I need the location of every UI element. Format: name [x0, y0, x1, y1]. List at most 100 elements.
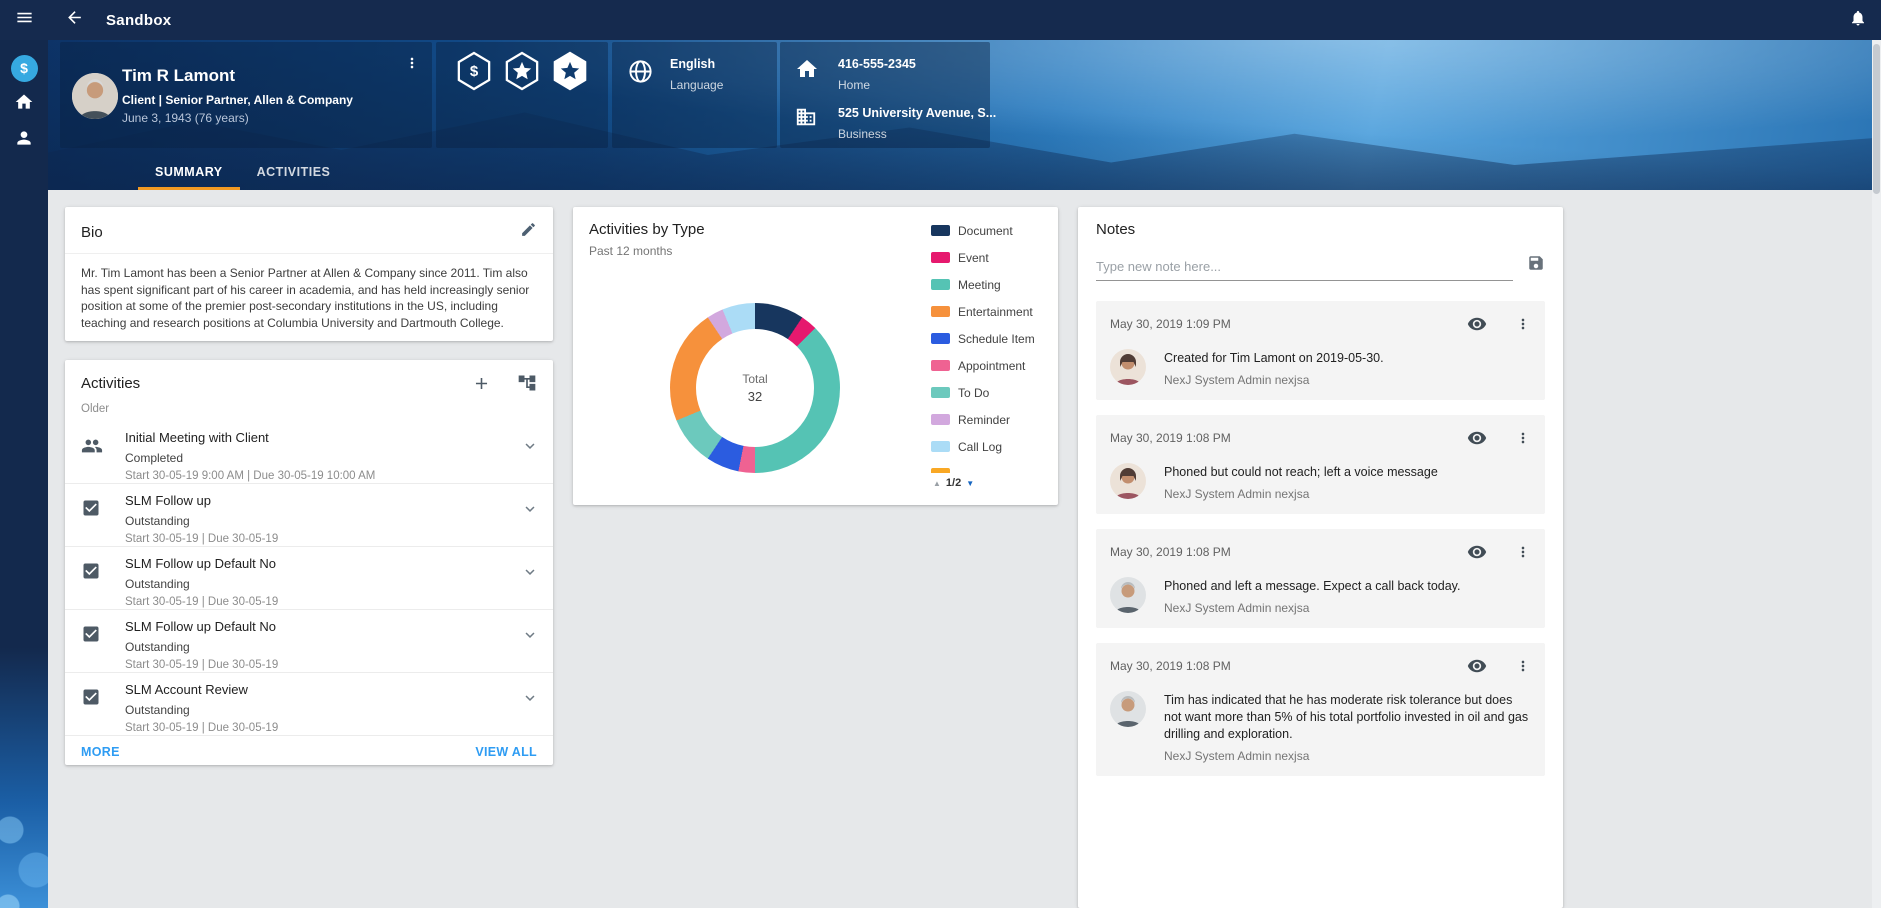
- chevron-down-icon[interactable]: [521, 500, 539, 518]
- bio-card: Bio Mr. Tim Lamont has been a Senior Par…: [65, 207, 553, 341]
- chevron-down-icon[interactable]: [521, 437, 539, 455]
- page-up-icon[interactable]: ▲: [933, 479, 941, 488]
- activity-row[interactable]: SLM Follow up Default No Outstanding Sta…: [65, 610, 553, 673]
- dots-vertical-icon[interactable]: [1515, 430, 1531, 446]
- nav-contacts-button[interactable]: [0, 122, 48, 158]
- tab-summary[interactable]: SUMMARY: [138, 154, 240, 190]
- left-nav-rail: $: [0, 40, 48, 908]
- legend-swatch: [931, 468, 950, 473]
- more-button[interactable]: MORE: [81, 745, 120, 759]
- hierarchy-icon[interactable]: [517, 373, 537, 393]
- address-label: Business: [838, 127, 887, 141]
- home-icon: [14, 92, 34, 117]
- activity-row[interactable]: Initial Meeting with Client Completed St…: [65, 421, 553, 484]
- legend-label: Document: [958, 224, 1013, 238]
- top-app-bar: Sandbox: [0, 0, 1881, 40]
- chevron-down-icon[interactable]: [521, 626, 539, 644]
- profile-card: Tim R Lamont Client | Senior Partner, Al…: [60, 42, 432, 148]
- floppy-save-icon: [1527, 254, 1545, 277]
- task-check-icon: [81, 624, 101, 644]
- legend-swatch: [931, 441, 950, 452]
- dots-vertical-icon[interactable]: [1515, 658, 1531, 674]
- tab-activities-label: ACTIVITIES: [257, 165, 331, 179]
- legend-swatch: [931, 279, 950, 290]
- activity-title: SLM Follow up Default No: [125, 556, 505, 571]
- eye-icon[interactable]: [1467, 542, 1487, 562]
- legend-item: Event: [931, 250, 1053, 265]
- scrollbar-thumb[interactable]: [1873, 44, 1880, 194]
- back-button[interactable]: [56, 8, 92, 32]
- globe-icon: [627, 58, 654, 90]
- legend-item-partial: [931, 466, 1053, 473]
- legend-label: Call Log: [958, 440, 1002, 454]
- note-author-avatar: [1110, 349, 1146, 385]
- note-text: Tim has indicated that he has moderate r…: [1164, 692, 1531, 743]
- legend-item: To Do: [931, 385, 1053, 400]
- note-text: Created for Tim Lamont on 2019-05-30.: [1164, 350, 1384, 367]
- activity-dates: Start 30-05-19 9:00 AM | Due 30-05-19 10…: [125, 470, 505, 482]
- legend-label: Appointment: [958, 359, 1025, 373]
- activity-status: Completed: [125, 451, 505, 465]
- star-hexagon-badge[interactable]: [504, 51, 540, 91]
- contact-card: 416-555-2345 Home 525 University Avenue,…: [780, 42, 990, 148]
- new-note-input[interactable]: [1096, 253, 1513, 281]
- activity-dates: Start 30-05-19 | Due 30-05-19: [125, 659, 505, 671]
- activities-by-type-card: Activities by Type Past 12 months Total …: [573, 207, 1058, 505]
- legend-item: Meeting: [931, 277, 1053, 292]
- arrow-left-icon: [65, 8, 84, 32]
- save-note-button[interactable]: [1527, 254, 1545, 277]
- building-icon: [795, 106, 817, 133]
- language-card[interactable]: English Language: [612, 42, 777, 148]
- phone-label: Home: [838, 78, 870, 92]
- filled-star-hexagon-badge[interactable]: [552, 51, 588, 91]
- dots-vertical-icon[interactable]: [1515, 316, 1531, 332]
- eye-icon[interactable]: [1467, 314, 1487, 334]
- note-item: May 30, 2019 1:08 PM Phoned but could no…: [1096, 415, 1545, 514]
- legend-swatch: [931, 414, 950, 425]
- view-all-button[interactable]: VIEW ALL: [475, 745, 537, 759]
- address-value[interactable]: 525 University Avenue, S...: [838, 106, 996, 120]
- bio-text: Mr. Tim Lamont has been a Senior Partner…: [65, 254, 553, 341]
- dollar-hexagon-badge[interactable]: $: [456, 51, 492, 91]
- note-author: NexJ System Admin nexjsa: [1164, 487, 1438, 501]
- eye-icon[interactable]: [1467, 656, 1487, 676]
- note-author: NexJ System Admin nexjsa: [1164, 373, 1384, 387]
- profile-header: Tim R Lamont Client | Senior Partner, Al…: [48, 40, 1881, 190]
- note-text: Phoned and left a message. Expect a call…: [1164, 578, 1460, 595]
- nav-money-button[interactable]: $: [0, 50, 48, 86]
- task-check-icon: [81, 498, 101, 518]
- badges-card: $: [436, 42, 608, 148]
- profile-menu-button[interactable]: [404, 55, 420, 76]
- tab-activities[interactable]: ACTIVITIES: [240, 154, 348, 190]
- notifications-button[interactable]: [1849, 9, 1867, 32]
- activity-status: Outstanding: [125, 514, 505, 528]
- activity-row[interactable]: SLM Account Review Outstanding Start 30-…: [65, 673, 553, 736]
- legend-item: Appointment: [931, 358, 1053, 373]
- vertical-scrollbar[interactable]: [1872, 40, 1881, 908]
- activity-row[interactable]: SLM Follow up Outstanding Start 30-05-19…: [65, 484, 553, 547]
- note-author-avatar: [1110, 463, 1146, 499]
- legend-item: Schedule Item: [931, 331, 1053, 346]
- activity-title: SLM Account Review: [125, 682, 505, 697]
- eye-icon[interactable]: [1467, 428, 1487, 448]
- legend-item: Call Log: [931, 439, 1053, 454]
- dollar-icon: $: [456, 51, 492, 91]
- chevron-down-icon[interactable]: [521, 563, 539, 581]
- note-item: May 30, 2019 1:09 PM Created for Tim Lam…: [1096, 301, 1545, 400]
- app-title: Sandbox: [106, 12, 171, 29]
- bell-icon: [1849, 9, 1867, 32]
- task-check-icon: [81, 561, 101, 581]
- phone-number[interactable]: 416-555-2345: [838, 57, 916, 71]
- activity-row[interactable]: SLM Follow up Default No Outstanding Sta…: [65, 547, 553, 610]
- add-activity-button[interactable]: [472, 374, 491, 393]
- menu-button[interactable]: [0, 8, 48, 32]
- tab-summary-label: SUMMARY: [155, 165, 223, 179]
- nav-home-button[interactable]: [0, 86, 48, 122]
- edit-pencil-icon[interactable]: [520, 221, 537, 243]
- dots-vertical-icon[interactable]: [1515, 544, 1531, 560]
- legend-swatch: [931, 306, 950, 317]
- star-icon: [511, 60, 533, 82]
- page-down-icon[interactable]: ▼: [966, 479, 974, 488]
- legend-label: Schedule Item: [958, 332, 1035, 346]
- chevron-down-icon[interactable]: [521, 689, 539, 707]
